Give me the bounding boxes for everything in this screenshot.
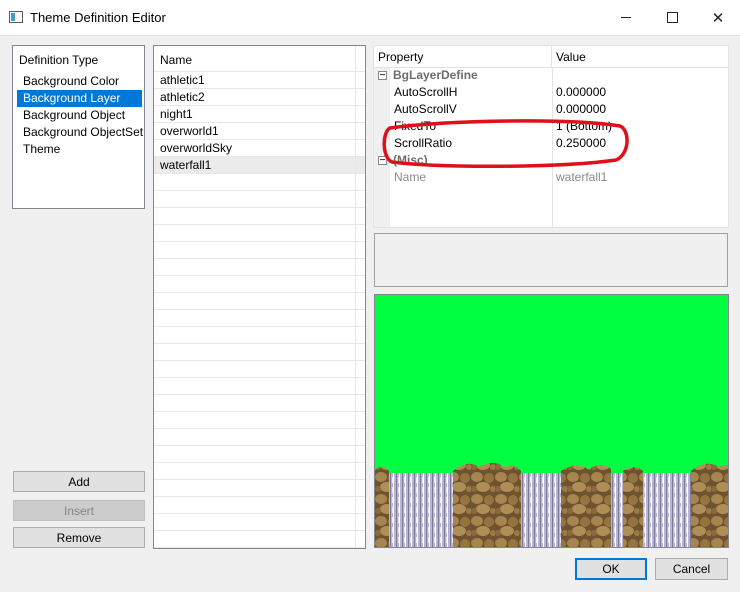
close-icon: ✕ xyxy=(711,9,725,27)
empty-row xyxy=(154,378,365,395)
empty-row xyxy=(154,531,365,548)
property-name: Name xyxy=(394,170,427,184)
name-row[interactable]: overworldSky xyxy=(154,140,365,157)
empty-row xyxy=(154,191,365,208)
property-name: AutoScrollH xyxy=(394,85,458,99)
property-category-label: BgLayerDefine xyxy=(393,68,478,82)
definition-type-item[interactable]: Background Color xyxy=(17,73,142,90)
definition-type-item[interactable]: Background Object xyxy=(17,107,142,124)
definition-type-item[interactable]: Background Layer xyxy=(17,90,142,107)
collapse-icon[interactable]: − xyxy=(378,71,387,81)
name-row[interactable]: overworld1 xyxy=(154,123,365,140)
maximize-icon xyxy=(666,12,678,23)
property-description-box xyxy=(374,233,728,287)
empty-row xyxy=(154,310,365,327)
minimize-icon xyxy=(621,17,631,18)
name-grid[interactable]: Name athletic1 athletic2 night1 overworld1 o… xyxy=(153,45,366,549)
layer-preview-image xyxy=(375,295,728,547)
empty-row xyxy=(154,429,365,446)
property-row[interactable]: Name waterfall1 xyxy=(374,169,728,186)
empty-row xyxy=(154,412,365,429)
property-value[interactable]: 0.000000 xyxy=(556,101,606,118)
maximize-button[interactable] xyxy=(649,0,695,35)
property-value[interactable]: 0.000000 xyxy=(556,84,606,101)
name-row[interactable]: waterfall1 xyxy=(154,157,365,174)
app-icon xyxy=(9,11,23,23)
value-column-header: Value xyxy=(552,46,728,68)
empty-row xyxy=(154,514,365,531)
empty-row xyxy=(154,463,365,480)
add-button[interactable]: Add xyxy=(13,471,145,492)
name-row[interactable]: night1 xyxy=(154,106,365,123)
empty-row xyxy=(154,344,365,361)
ok-button[interactable]: OK xyxy=(575,558,647,580)
property-column-header: Property xyxy=(374,46,552,68)
window-title: Theme Definition Editor xyxy=(30,10,166,25)
property-row[interactable]: AutoScrollH 0.000000 xyxy=(374,84,728,101)
empty-row xyxy=(154,361,365,378)
definition-type-item[interactable]: Theme xyxy=(17,141,142,158)
remove-button[interactable]: Remove xyxy=(13,527,145,548)
empty-row xyxy=(154,225,365,242)
name-column-header: Name xyxy=(154,46,365,72)
minimize-button[interactable] xyxy=(603,0,649,35)
empty-row xyxy=(154,259,365,276)
empty-row xyxy=(154,497,365,514)
property-row[interactable]: AutoScrollV 0.000000 xyxy=(374,101,728,118)
empty-row xyxy=(154,242,365,259)
empty-row xyxy=(154,276,365,293)
property-name: AutoScrollV xyxy=(394,102,457,116)
property-value[interactable]: waterfall1 xyxy=(556,169,607,186)
close-button[interactable]: ✕ xyxy=(695,0,740,35)
empty-row xyxy=(154,395,365,412)
layer-preview xyxy=(374,294,729,548)
name-row[interactable]: athletic2 xyxy=(154,89,365,106)
definition-type-list[interactable]: Definition Type Background Color Backgrou… xyxy=(12,45,145,209)
definition-type-header: Definition Type xyxy=(19,53,99,67)
empty-row xyxy=(154,293,365,310)
highlight-annotation xyxy=(382,119,629,169)
definition-type-item[interactable]: Background ObjectSet xyxy=(17,124,143,141)
empty-row xyxy=(154,480,365,497)
empty-row xyxy=(154,174,365,191)
empty-row xyxy=(154,327,365,344)
cancel-button[interactable]: Cancel xyxy=(655,558,728,580)
name-row[interactable]: athletic1 xyxy=(154,72,365,89)
property-category[interactable]: − BgLayerDefine xyxy=(374,67,728,84)
insert-button[interactable]: Insert xyxy=(13,500,145,521)
grid-column-divider xyxy=(355,46,356,548)
empty-row xyxy=(154,208,365,225)
title-bar: Theme Definition Editor ✕ xyxy=(0,0,740,36)
empty-row xyxy=(154,446,365,463)
